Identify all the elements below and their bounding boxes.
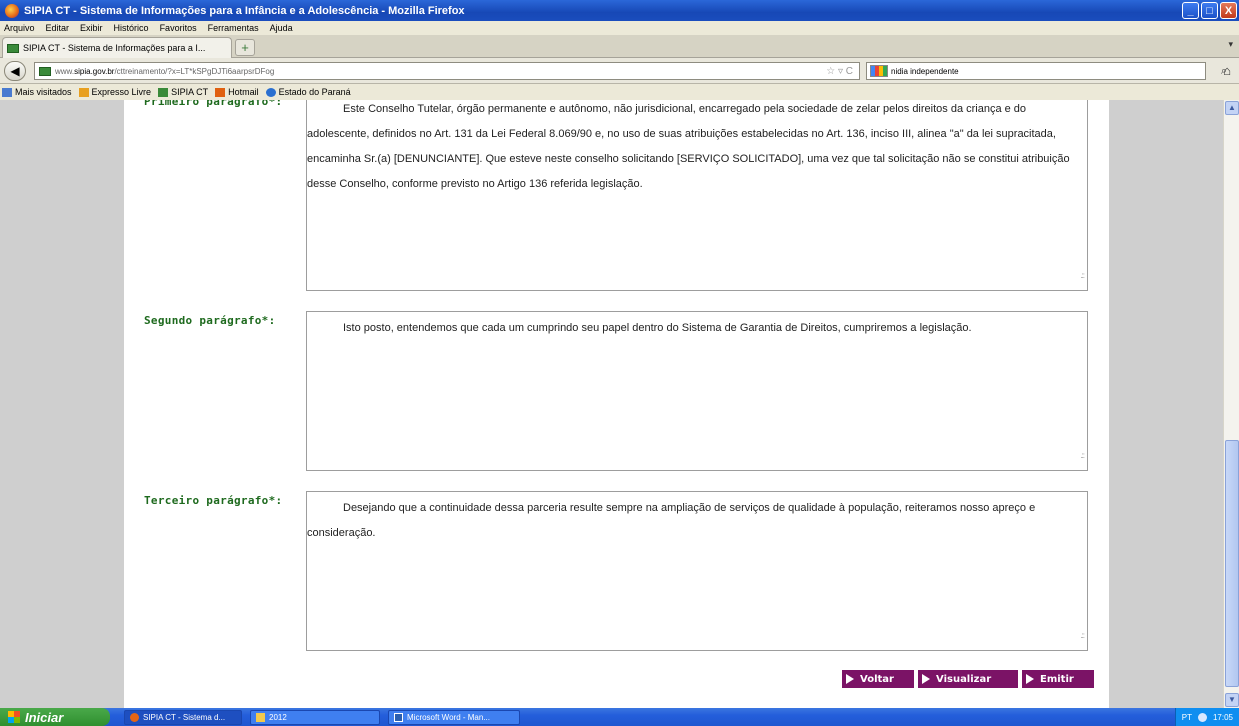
bookmark-label: SIPIA CT [171,87,209,97]
new-tab-button[interactable]: + [235,39,255,56]
system-tray: PT 17:05 [1174,708,1239,726]
task-label: 2012 [269,712,287,722]
resize-handle-icon[interactable]: .:: [1044,443,1085,468]
minimize-button[interactable]: _ [1182,2,1199,19]
site-icon [7,43,19,53]
first-paragraph-textarea[interactable]: Este Conselho Tutelar, órgão permanente … [306,100,1088,291]
tab-strip: SIPIA CT - Sistema de Informações para a… [0,35,1239,58]
bookmark-label: Estado do Paraná [278,87,351,97]
menu-edit[interactable]: Editar [46,23,70,33]
button-label: Voltar [860,673,894,685]
bookmark-label: Hotmail [228,87,259,97]
navigation-bar: ◀ www. sipia.gov.br /cttreinamento/?x=LT… [0,58,1239,84]
search-input[interactable]: nidia independente [891,67,959,76]
task-label: Microsoft Word - Man... [407,712,490,722]
start-button[interactable]: Iniciar [0,708,110,726]
arrow-right-icon [846,674,854,684]
url-prefix: www. [55,66,75,76]
form-panel: Primeiro parágrafo*: Este Conselho Tutel… [124,100,1109,708]
resize-handle-icon[interactable]: .:: [1044,263,1085,288]
menu-bookmarks[interactable]: Favoritos [160,23,197,33]
clock: 17:05 [1212,712,1233,722]
search-engine-icon[interactable] [870,65,888,77]
bookmarks-bar: Mais visitados Expresso Livre SIPIA CT H… [0,84,1239,100]
parana-icon [265,87,276,97]
tab-label: SIPIA CT - Sistema de Informações para a… [23,43,206,53]
home-icon[interactable]: ⌂ [1223,63,1231,78]
window-titlebar: SIPIA CT - Sistema de Informações para a… [0,0,1239,21]
back-button[interactable]: ◀ [4,61,26,81]
task-firefox[interactable]: SIPIA CT - Sistema d... [124,709,242,725]
windows-taskbar: Iniciar SIPIA CT - Sistema d... 2012 Mic… [0,708,1239,726]
url-controls[interactable]: ☆ ▿ C [826,66,853,77]
word-icon [394,712,403,722]
button-label: Emitir [1040,673,1074,685]
menu-bar: Arquivo Editar Exibir Histórico Favorito… [0,21,1239,35]
emit-button[interactable]: Emitir [1022,670,1094,688]
url-bar[interactable]: www. sipia.gov.br /cttreinamento/?x=LT*k… [34,62,860,80]
scroll-down-icon[interactable]: ▼ [1225,693,1239,707]
hotmail-icon [215,87,226,97]
start-label: Iniciar [25,709,64,725]
second-paragraph-textarea[interactable]: Isto posto, entendemos que cada um cumpr… [306,311,1088,471]
third-paragraph-textarea[interactable]: Desejando que a continuidade dessa parce… [306,491,1088,651]
folder-icon [256,712,265,722]
third-paragraph-text: Desejando que a continuidade dessa parce… [307,502,1036,539]
preview-button[interactable]: Visualizar [918,670,1018,688]
page-viewport: Primeiro parágrafo*: Este Conselho Tutel… [0,100,1223,708]
second-paragraph-text: Isto posto, entendemos que cada um cumpr… [343,322,972,334]
arrow-right-icon [1026,674,1034,684]
language-indicator[interactable]: PT [1182,713,1192,722]
third-paragraph-label: Terceiro parágrafo*: [144,494,283,507]
firefox-icon [5,3,19,18]
tab-list-chevron-icon[interactable]: ▾ [1228,39,1233,50]
site-identity-icon [39,66,51,76]
site-icon [158,87,169,97]
expresso-icon [78,87,89,97]
search-bar[interactable]: nidia independente ⌕ [866,62,1227,80]
menu-view[interactable]: Exibir [80,23,103,33]
arrow-right-icon [922,674,930,684]
back-action-button[interactable]: Voltar [842,670,914,688]
task-word[interactable]: Microsoft Word - Man... [388,709,520,725]
first-paragraph-label: Primeiro parágrafo*: [144,100,283,108]
bookmark-estado-parana[interactable]: Estado do Paraná [265,87,351,97]
bookmark-hotmail[interactable]: Hotmail [215,87,259,97]
bookmark-label: Mais visitados [15,87,72,97]
windows-logo-icon [8,711,20,723]
tab-sipia[interactable]: SIPIA CT - Sistema de Informações para a… [2,37,232,58]
button-label: Visualizar [936,673,992,685]
bookmark-sipia-ct[interactable]: SIPIA CT [158,87,208,97]
bookmark-mais-visitados[interactable]: Mais visitados [2,87,72,97]
scroll-up-icon[interactable]: ▲ [1225,101,1239,115]
task-label: SIPIA CT - Sistema d... [143,712,226,722]
firefox-icon [130,712,139,722]
volume-icon[interactable] [1197,712,1207,722]
url-domain: sipia.gov.br [74,66,115,76]
scrollbar-thumb[interactable] [1225,440,1239,687]
form-actions: Voltar Visualizar Emitir [842,670,1094,688]
task-folder-2012[interactable]: 2012 [250,709,380,725]
bookmark-icon [2,87,12,97]
url-path: /cttreinamento/?x=LT*kSPgDJTi6aarpsrDFog [114,66,275,76]
maximize-button[interactable]: □ [1201,2,1218,19]
menu-history[interactable]: Histórico [114,23,149,33]
first-paragraph-text: Este Conselho Tutelar, órgão permanente … [307,103,1070,190]
vertical-scrollbar[interactable]: ▲ ▼ [1223,100,1239,708]
bookmark-expresso-livre[interactable]: Expresso Livre [78,87,152,97]
menu-help[interactable]: Ajuda [270,23,293,33]
close-button[interactable]: X [1220,2,1237,19]
bookmark-label: Expresso Livre [91,87,152,97]
window-controls: _ □ X [1182,2,1237,19]
window-title: SIPIA CT - Sistema de Informações para a… [24,4,465,17]
resize-handle-icon[interactable]: .:: [1044,623,1085,648]
second-paragraph-label: Segundo parágrafo*: [144,314,276,327]
menu-tools[interactable]: Ferramentas [208,23,259,33]
menu-file[interactable]: Arquivo [4,23,35,33]
